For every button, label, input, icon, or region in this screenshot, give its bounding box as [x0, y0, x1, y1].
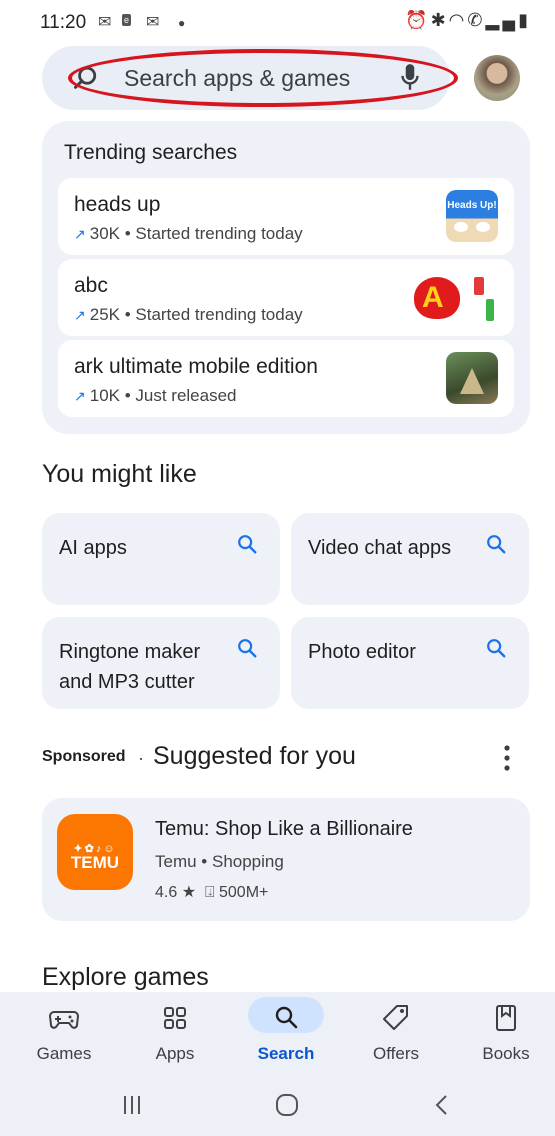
search-icon: [275, 1006, 298, 1029]
search-icon: [238, 639, 257, 658]
avatar[interactable]: [474, 55, 520, 101]
app-developer-category: Temu • Shopping: [155, 852, 284, 871]
ark-game-icon: [446, 352, 498, 404]
search-icon: [238, 535, 257, 554]
call-icon: ✆: [467, 10, 486, 30]
you-might-like-title: You might like: [42, 460, 197, 488]
trending-query: heads up: [74, 193, 161, 216]
suggestion-card-video-chat[interactable]: Video chat apps: [291, 513, 529, 605]
nav-apps[interactable]: Apps: [115, 992, 235, 1072]
suggestion-label: Ringtone maker and MP3 cutter: [59, 641, 201, 693]
nav-label: Apps: [155, 1044, 195, 1063]
star-icon: ★: [181, 884, 197, 901]
app-rating: 4.6 ★ ⍗ 500M+: [155, 884, 269, 901]
wifi-icon: ◠: [448, 10, 468, 30]
tag-icon: [383, 1005, 408, 1030]
app-name: Temu: Shop Like a Billionaire: [155, 818, 413, 840]
separator: ·: [138, 748, 144, 768]
nav-offers[interactable]: Offers: [336, 992, 456, 1072]
status-right-icons: ⏰✱◠✆▂▄▮: [405, 10, 531, 31]
alarm-icon: ⏰: [405, 10, 431, 30]
battery-icon: ▮: [518, 10, 531, 30]
suggestion-card-ai-apps[interactable]: AI apps: [42, 513, 280, 605]
nav-games[interactable]: Games: [4, 992, 124, 1072]
trending-meta: ↗ 30K • Started trending today: [74, 224, 303, 243]
trending-title: Trending searches: [64, 141, 238, 164]
trending-query: abc: [74, 274, 108, 297]
dot-icon: ●: [178, 16, 186, 30]
explore-games-title: Explore games: [42, 963, 209, 991]
bottom-navigation: Games Apps Search Offers Books: [0, 992, 555, 1072]
system-navigation-bar: [0, 1072, 555, 1136]
search-icon: [487, 535, 506, 554]
sponsored-label: Sponsored: [42, 748, 126, 765]
annotation-circle: [68, 49, 458, 107]
trending-up-icon: ↗: [74, 307, 86, 323]
nav-label: Offers: [373, 1044, 419, 1063]
suggested-title: Suggested for you: [153, 742, 356, 770]
temu-logo-text: TEMU: [70, 853, 120, 872]
ebay-icon: e: [122, 14, 132, 26]
trending-up-icon: ↗: [74, 226, 86, 242]
trending-up-icon: ↗: [74, 388, 86, 404]
nav-books[interactable]: Books: [446, 992, 555, 1072]
trending-item[interactable]: abc ↗ 25K • Started trending today A: [58, 259, 514, 336]
gmail-icon: ✉: [98, 14, 112, 31]
heads-up-icon: Heads Up!: [446, 190, 498, 242]
gmail-icon: ✉: [146, 14, 160, 31]
app-card-temu[interactable]: ✦✿♪☺ TEMU Temu: Shop Like a Billionaire …: [42, 798, 530, 921]
search-icon: [487, 639, 506, 658]
suggestion-label: Photo editor: [308, 641, 416, 663]
suggestion-label: Video chat apps: [308, 537, 452, 559]
suggestion-label: AI apps: [59, 537, 127, 559]
suggestion-card-photo-editor[interactable]: Photo editor: [291, 617, 529, 709]
home-icon[interactable]: [275, 1092, 299, 1118]
bookmark-icon: [496, 1005, 516, 1031]
temu-app-icon: ✦✿♪☺ TEMU: [57, 814, 133, 890]
nav-label: Games: [36, 1044, 92, 1063]
trending-searches-card: Trending searches heads up ↗ 30K • Starte…: [42, 121, 530, 434]
status-bar: 11:20 ✉ e ✉ ● ⏰✱◠✆▂▄▮: [0, 0, 555, 44]
trending-item[interactable]: ark ultimate mobile edition ↗ 10K • Just …: [58, 340, 514, 417]
trending-query: ark ultimate mobile edition: [74, 355, 318, 378]
trending-item[interactable]: heads up ↗ 30K • Started trending today H…: [58, 178, 514, 255]
bluetooth-icon: ✱: [430, 10, 449, 30]
nav-search[interactable]: Search: [226, 992, 346, 1072]
recent-apps-icon[interactable]: [122, 1094, 142, 1116]
trending-meta: ↗ 25K • Started trending today: [74, 305, 303, 324]
download-icon: ⍗: [204, 884, 215, 901]
signal-icon: ▂▄: [485, 10, 519, 30]
status-time: 11:20: [40, 12, 87, 33]
nav-label: Search: [257, 1044, 315, 1063]
more-options-icon[interactable]: [500, 743, 514, 773]
apps-grid-icon: [164, 1007, 186, 1029]
nav-label: Books: [482, 1044, 530, 1063]
gamepad-icon: [48, 1011, 80, 1029]
abc-app-icon: A: [412, 271, 502, 323]
back-icon[interactable]: [434, 1094, 448, 1116]
trending-meta: ↗ 10K • Just released: [74, 386, 237, 405]
suggestion-card-ringtone[interactable]: Ringtone maker and MP3 cutter: [42, 617, 280, 709]
